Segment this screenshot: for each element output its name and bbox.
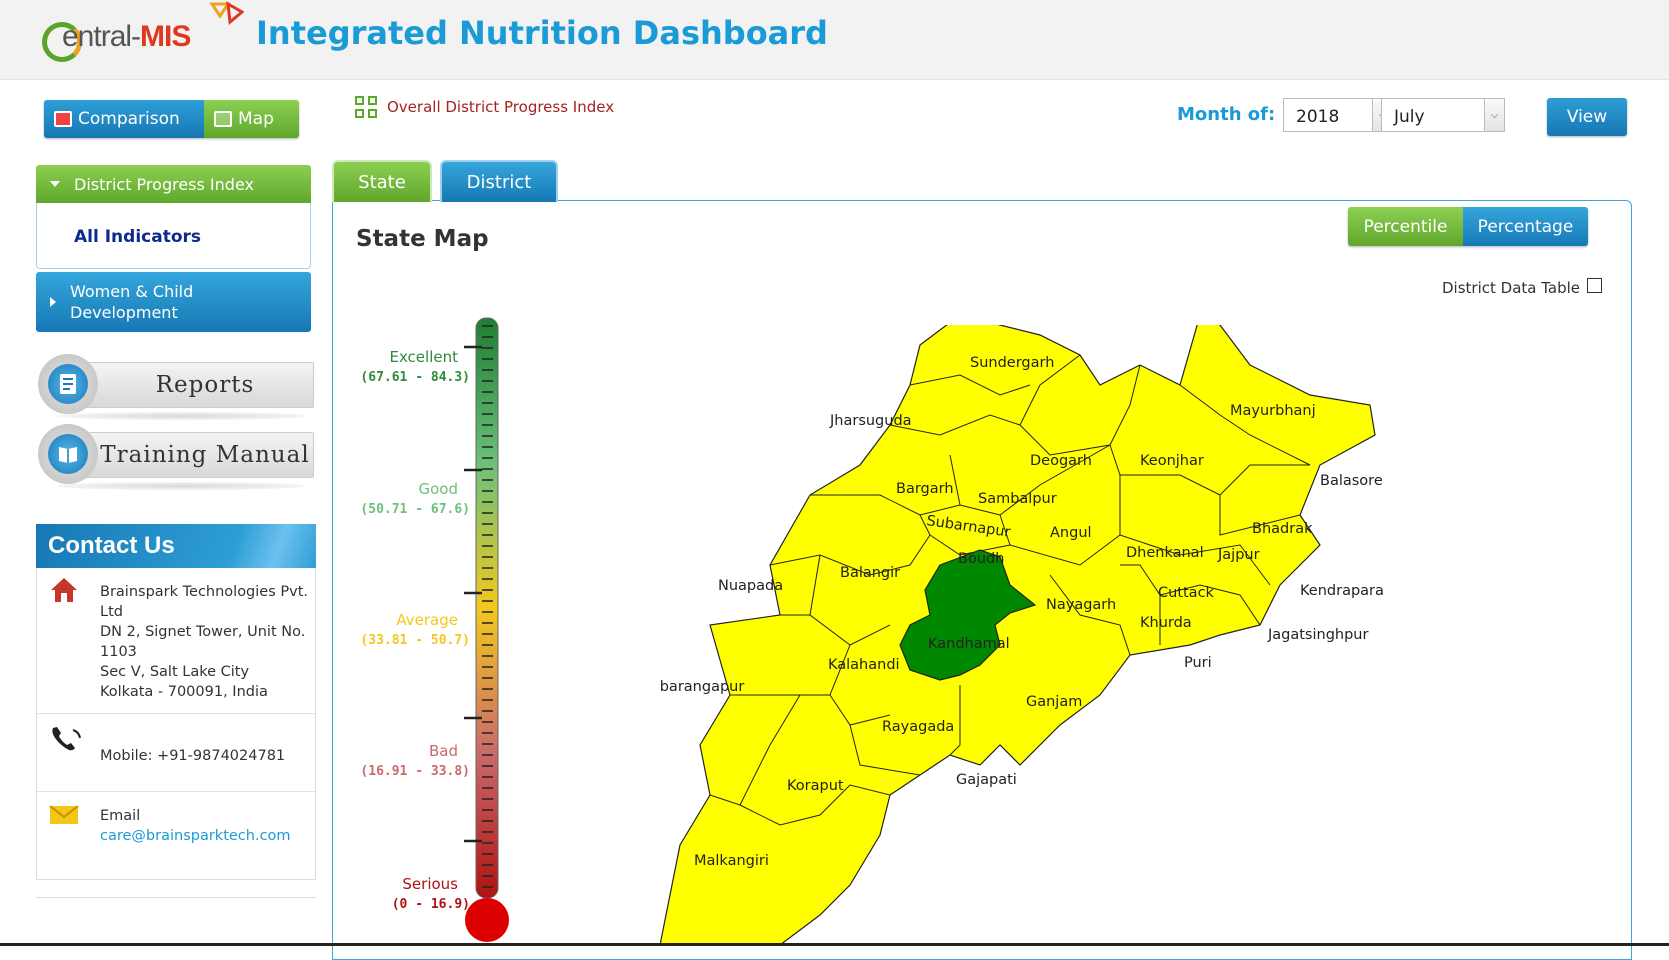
all-indicators-link[interactable]: All Indicators: [74, 227, 201, 247]
district-label-nabarangapur: Nabarangapur: [660, 679, 744, 695]
percentage-button[interactable]: Percentage: [1463, 207, 1588, 246]
district-label-sundergarh: Sundergarh: [970, 355, 1054, 371]
district-label-nayagarh: Nayagarh: [1046, 597, 1116, 613]
district-label-cuttack: Cuttack: [1158, 585, 1215, 601]
reports-label: Reports: [66, 362, 314, 408]
map-icon: [214, 111, 232, 127]
district-label-sambalpur: Sambalpur: [978, 491, 1057, 507]
comparison-button[interactable]: Comparison: [44, 100, 204, 138]
district-label-malkangiri: Malkangiri: [694, 853, 769, 869]
district-label-nuapada: Nuapada: [718, 578, 783, 594]
year-value: 2018: [1296, 107, 1340, 127]
panel-title: State Map: [356, 226, 489, 252]
percent-toggle: Percentile Percentage: [1348, 207, 1588, 246]
district-label-koraput: Koraput: [787, 778, 844, 794]
district-label-angul: Angul: [1050, 525, 1092, 541]
training-manual-button[interactable]: Training Manual: [36, 424, 314, 490]
district-progress-index-accordion[interactable]: District Progress Index: [36, 165, 311, 203]
year-select[interactable]: 2018 ⌵: [1283, 98, 1393, 132]
map-button[interactable]: Map: [204, 100, 299, 138]
month-select[interactable]: July ⌵: [1381, 98, 1505, 132]
contact-us-heading: Contact Us: [36, 524, 316, 568]
district-label-ganjam: Ganjam: [1026, 694, 1082, 710]
district-label-balangir: Balangir: [840, 565, 900, 581]
district-label-kendrapara: Kendrapara: [1300, 583, 1384, 599]
caret-down-icon: [50, 181, 60, 187]
grid-icon: [355, 96, 377, 118]
district-label-dhenkanal: Dhenkanal: [1126, 545, 1204, 561]
district-label-puri: Puri: [1184, 655, 1212, 671]
address-row: Brainspark Technologies Pvt. Ltd DN 2, S…: [37, 568, 315, 714]
email-row: Email care@brainsparktech.com: [37, 792, 315, 880]
district-label-gajapati: Gajapati: [956, 772, 1017, 788]
app-header: entral-MIS Integrated Nutrition Dashboar…: [0, 0, 1669, 80]
map-label: Map: [238, 109, 274, 129]
district-label-jagatsinghpur: Jagatsinghpur: [1267, 627, 1368, 643]
month-of-label: Month of:: [1177, 104, 1276, 125]
month-value: July: [1394, 107, 1425, 127]
odisha-state-map[interactable]: Sundergarh Jharsuguda Mayurbhanj Deogarh Keo…: [660, 325, 1480, 945]
caret-right-icon: [50, 297, 56, 307]
thermometer-legend: Excellent (67.61 - 84.3) Good (50.71 - 6…: [330, 310, 560, 946]
tab-state[interactable]: State: [332, 160, 432, 202]
district-label-bargarh: Bargarh: [896, 481, 954, 497]
logo-text: entral-MIS: [62, 20, 191, 53]
dpi-accordion-body: All Indicators: [36, 203, 311, 269]
comparison-label: Comparison: [78, 109, 180, 129]
district-label-jharsuguda: Jharsuguda: [829, 413, 912, 429]
district-label-deogarh: Deogarh: [1030, 453, 1092, 469]
overall-district-progress-index-link[interactable]: Overall District Progress Index: [355, 96, 614, 118]
comparison-icon: [54, 111, 72, 127]
view-toggle: Comparison Map: [44, 100, 299, 138]
district-label-rayagada: Rayagada: [882, 719, 954, 735]
mobile-row: Mobile: +91-9874024781: [37, 714, 315, 792]
reports-icon: [38, 354, 98, 414]
email-link[interactable]: care@brainsparktech.com: [100, 826, 291, 846]
contact-box: Brainspark Technologies Pvt. Ltd DN 2, S…: [36, 568, 316, 880]
district-label-kalahandi: Kalahandi: [828, 657, 900, 673]
phone-icon: [52, 727, 81, 751]
app-title: Integrated Nutrition Dashboard: [256, 14, 828, 52]
district-data-table-checkbox[interactable]: [1587, 278, 1602, 293]
dpi-label: District Progress Index: [74, 174, 254, 194]
central-mis-logo[interactable]: entral-MIS: [40, 1, 244, 66]
district-label-mayurbhanj: Mayurbhanj: [1230, 403, 1316, 419]
training-manual-label: Training Manual: [66, 432, 314, 478]
district-label-keonjhar: Keonjhar: [1140, 453, 1204, 469]
email-label: Email: [100, 808, 141, 824]
district-label-jajpur: Jajpur: [1217, 547, 1260, 563]
chevron-down-icon: ⌵: [1484, 99, 1504, 131]
view-button[interactable]: View: [1547, 98, 1627, 136]
district-label-boudh: Boudh: [958, 551, 1004, 567]
reports-button[interactable]: Reports: [36, 354, 314, 420]
address-text: Brainspark Technologies Pvt. Ltd DN 2, S…: [100, 584, 308, 700]
mobile-text: Mobile: +91-9874024781: [100, 748, 286, 764]
district-data-table-label: District Data Table: [1442, 279, 1581, 297]
district-label-khurda: Khurda: [1140, 615, 1192, 631]
women-child-development-accordion[interactable]: Women & Child Development: [36, 272, 311, 332]
overall-link-label: Overall District Progress Index: [387, 98, 615, 116]
wcd-label: Women & Child Development: [70, 282, 194, 322]
district-label-kandhamal: Kandhamal: [928, 636, 1010, 652]
home-icon: [51, 578, 77, 602]
tab-district[interactable]: District: [440, 160, 558, 202]
email-block: Email care@brainsparktech.com: [100, 806, 291, 846]
percentile-button[interactable]: Percentile: [1348, 207, 1463, 246]
mail-icon: [49, 805, 79, 824]
book-icon: [38, 424, 98, 484]
district-label-balasore: Balasore: [1320, 473, 1383, 489]
district-label-bhadrak: Bhadrak: [1252, 521, 1313, 537]
logo-triangle-icon: [209, 1, 244, 25]
